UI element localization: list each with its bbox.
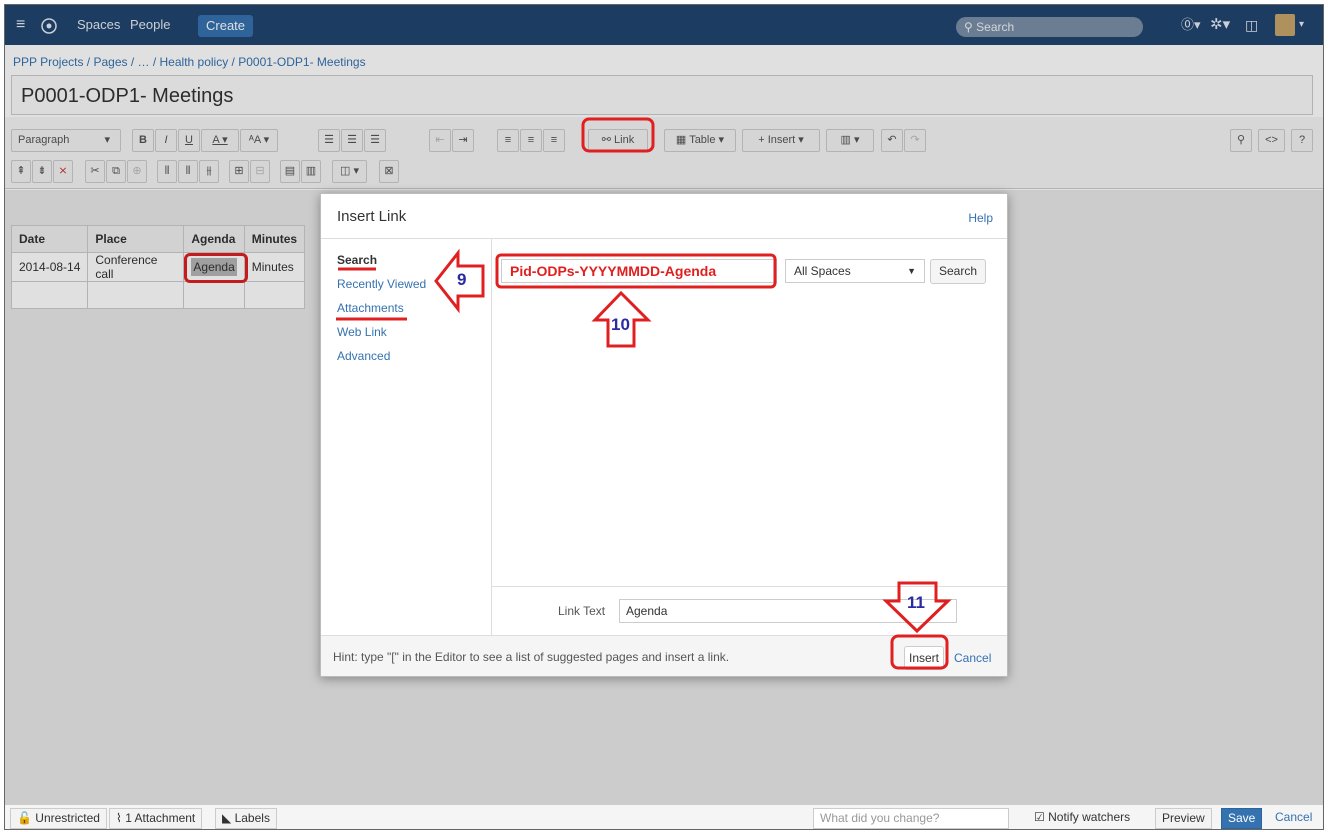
annotation-overlay — [336, 117, 952, 670]
annotation-number-10: 10 — [611, 315, 630, 334]
annotation-highlight-search — [495, 253, 777, 289]
annotation-highlight-insert — [890, 634, 949, 670]
annotation-number-9: 9 — [457, 270, 467, 289]
annotation-number-11: 11 — [907, 593, 925, 612]
app-window: ≡ Spaces People Create ⚲ Search ⓪▾ ✲▾ ◫ … — [4, 4, 1324, 830]
annotation-highlight-link — [581, 117, 655, 153]
